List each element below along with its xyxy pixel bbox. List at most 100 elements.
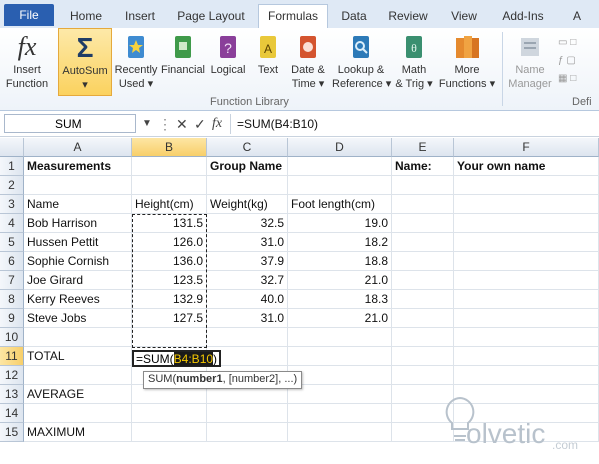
cell-d14[interactable] — [288, 404, 392, 423]
cell-e1[interactable]: Name: — [392, 157, 454, 176]
cell-d8[interactable]: 18.3 — [288, 290, 392, 309]
cell-b9[interactable]: 127.5 — [132, 309, 207, 328]
cell-a14[interactable] — [24, 404, 132, 423]
row-header-3[interactable]: 3 — [0, 195, 24, 214]
cell-d1[interactable] — [288, 157, 392, 176]
cell-a7[interactable]: Joe Girard — [24, 271, 132, 290]
create-from-selection-icon[interactable]: ▦ □ — [558, 70, 598, 88]
enter-icon[interactable]: ✓ — [194, 115, 206, 133]
cell-d9[interactable]: 21.0 — [288, 309, 392, 328]
cell-d12[interactable] — [288, 366, 392, 385]
cell-a15[interactable]: MAXIMUM — [24, 423, 132, 442]
column-header-e[interactable]: E — [392, 138, 454, 157]
row-header-6[interactable]: 6 — [0, 252, 24, 271]
cell-b1[interactable] — [132, 157, 207, 176]
row-header-9[interactable]: 9 — [0, 309, 24, 328]
lookup-reference-button[interactable]: Lookup & Reference ▾ — [332, 28, 391, 96]
cell-b8[interactable]: 132.9 — [132, 290, 207, 309]
cell-e4[interactable] — [392, 214, 454, 233]
row-header-10[interactable]: 10 — [0, 328, 24, 347]
cell-e6[interactable] — [392, 252, 454, 271]
row-header-15[interactable]: 15 — [0, 423, 24, 442]
cell-f4[interactable] — [454, 214, 599, 233]
cell-d4[interactable]: 19.0 — [288, 214, 392, 233]
cell-c9[interactable]: 31.0 — [207, 309, 288, 328]
cell-a8[interactable]: Kerry Reeves — [24, 290, 132, 309]
cell-c1[interactable]: Group Name — [207, 157, 288, 176]
cell-e12[interactable] — [392, 366, 454, 385]
insert-function-button[interactable]: fx Insert Function — [2, 28, 52, 96]
cell-b5[interactable]: 126.0 — [132, 233, 207, 252]
tab-view[interactable]: View — [442, 6, 486, 28]
cell-e5[interactable] — [392, 233, 454, 252]
cell-c5[interactable]: 31.0 — [207, 233, 288, 252]
cell-f8[interactable] — [454, 290, 599, 309]
cell-d7[interactable]: 21.0 — [288, 271, 392, 290]
cell-a13[interactable]: AVERAGE — [24, 385, 132, 404]
cell-c3[interactable]: Weight(kg) — [207, 195, 288, 214]
insert-function-icon[interactable]: fx — [212, 115, 222, 133]
cell-f2[interactable] — [454, 176, 599, 195]
cell-b15[interactable] — [132, 423, 207, 442]
cell-c6[interactable]: 37.9 — [207, 252, 288, 271]
cell-a9[interactable]: Steve Jobs — [24, 309, 132, 328]
formula-input[interactable]: =SUM(B4:B10) — [230, 114, 599, 134]
cell-e7[interactable] — [392, 271, 454, 290]
cell-c15[interactable] — [207, 423, 288, 442]
cell-b7[interactable]: 123.5 — [132, 271, 207, 290]
column-header-b[interactable]: B — [132, 138, 207, 157]
tab-home[interactable]: Home — [62, 6, 110, 28]
column-header-d[interactable]: D — [288, 138, 392, 157]
cell-e2[interactable] — [392, 176, 454, 195]
cell-c14[interactable] — [207, 404, 288, 423]
cell-f11[interactable] — [454, 347, 599, 366]
row-header-2[interactable]: 2 — [0, 176, 24, 195]
cell-d11[interactable] — [288, 347, 392, 366]
cancel-icon[interactable]: ✕ — [176, 115, 188, 133]
cell-d15[interactable] — [288, 423, 392, 442]
row-header-4[interactable]: 4 — [0, 214, 24, 233]
cell-d6[interactable]: 18.8 — [288, 252, 392, 271]
cell-c8[interactable]: 40.0 — [207, 290, 288, 309]
logical-button[interactable]: ? Logical — [208, 28, 248, 96]
cell-a2[interactable] — [24, 176, 132, 195]
tab-review[interactable]: Review — [380, 6, 436, 28]
cell-f6[interactable] — [454, 252, 599, 271]
cell-f3[interactable] — [454, 195, 599, 214]
cell-f10[interactable] — [454, 328, 599, 347]
tab-formulas[interactable]: Formulas — [258, 4, 328, 29]
cell-b14[interactable] — [132, 404, 207, 423]
cell-e11[interactable] — [392, 347, 454, 366]
tab-add-ins[interactable]: Add-Ins — [492, 6, 554, 28]
cell-b10[interactable] — [132, 328, 207, 347]
cell-d3[interactable]: Foot length(cm) — [288, 195, 392, 214]
cell-f7[interactable] — [454, 271, 599, 290]
tab-truncated[interactable]: A — [562, 6, 592, 28]
math-trig-button[interactable]: θ Math & Trig ▾ — [392, 28, 436, 96]
cell-c10[interactable] — [207, 328, 288, 347]
column-header-c[interactable]: C — [207, 138, 288, 157]
cell-f12[interactable] — [454, 366, 599, 385]
cell-d10[interactable] — [288, 328, 392, 347]
name-box[interactable]: SUM — [4, 114, 136, 133]
date-time-button[interactable]: Date & Time ▾ — [286, 28, 330, 96]
column-header-a[interactable]: A — [24, 138, 132, 157]
define-name-icon[interactable]: ▭ □ — [558, 34, 598, 52]
active-cell-editor[interactable]: =SUM(B4:B10) — [132, 350, 222, 367]
name-manager-button[interactable]: Name Manager — [506, 28, 554, 96]
cell-b6[interactable]: 136.0 — [132, 252, 207, 271]
cell-d2[interactable] — [288, 176, 392, 195]
cell-a5[interactable]: Hussen Pettit — [24, 233, 132, 252]
row-header-7[interactable]: 7 — [0, 271, 24, 290]
tab-data[interactable]: Data — [334, 6, 374, 28]
cell-a10[interactable] — [24, 328, 132, 347]
recently-used-button[interactable]: Recently Used ▾ — [114, 28, 158, 96]
cell-c2[interactable] — [207, 176, 288, 195]
cell-e10[interactable] — [392, 328, 454, 347]
row-header-5[interactable]: 5 — [0, 233, 24, 252]
select-all-corner[interactable] — [0, 138, 24, 157]
cell-f9[interactable] — [454, 309, 599, 328]
text-button[interactable]: A Text — [252, 28, 284, 96]
cell-a4[interactable]: Bob Harrison — [24, 214, 132, 233]
tooltip-arg1[interactable]: number1 — [176, 373, 222, 385]
